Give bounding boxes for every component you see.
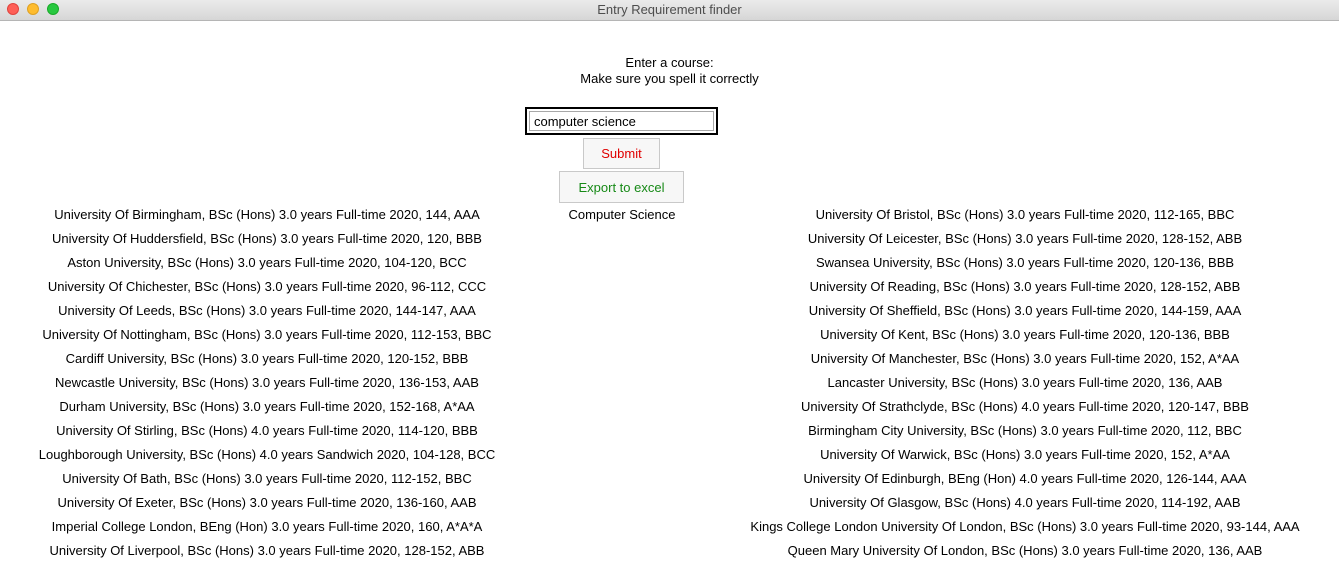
result-row: Queen Mary University Of London, BSc (Ho… (787, 543, 1263, 558)
result-row: University Of Leicester, BSc (Hons) 3.0 … (807, 231, 1243, 246)
results-left-column: University Of Birmingham, BSc (Hons) 3.0… (0, 207, 534, 567)
result-row: University Of Manchester, BSc (Hons) 3.0… (810, 351, 1240, 366)
result-row: Birmingham City University, BSc (Hons) 3… (808, 423, 1242, 438)
submit-button[interactable]: Submit (583, 138, 660, 169)
result-row: Newcastle University, BSc (Hons) 3.0 yea… (55, 375, 479, 390)
result-row: University Of Exeter, BSc (Hons) 3.0 yea… (57, 495, 477, 510)
result-row: University Of Edinburgh, BEng (Hon) 4.0 … (803, 471, 1247, 486)
window-title: Entry Requirement finder (597, 2, 742, 17)
course-prompt: Enter a course: Make sure you spell it c… (0, 55, 1339, 87)
result-row: University Of Reading, BSc (Hons) 3.0 ye… (809, 279, 1241, 294)
result-row: University Of Glasgow, BSc (Hons) 4.0 ye… (809, 495, 1241, 510)
result-row: University Of Liverpool, BSc (Hons) 3.0 … (49, 543, 485, 558)
result-row: Lancaster University, BSc (Hons) 3.0 yea… (827, 375, 1223, 390)
result-row: Durham University, BSc (Hons) 3.0 years … (59, 399, 475, 414)
result-row: University Of Sheffield, BSc (Hons) 3.0 … (808, 303, 1242, 318)
prompt-line-1: Enter a course: (625, 55, 714, 70)
main-content: Enter a course: Make sure you spell it c… (0, 21, 1339, 577)
result-row: University Of Strathclyde, BSc (Hons) 4.… (801, 399, 1249, 414)
result-row: University Of Stirling, BSc (Hons) 4.0 y… (56, 423, 478, 438)
result-row: University Of Birmingham, BSc (Hons) 3.0… (54, 207, 480, 222)
result-row: Imperial College London, BEng (Hon) 3.0 … (51, 519, 483, 534)
result-row: University Of Kent, BSc (Hons) 3.0 years… (820, 327, 1230, 342)
result-row: University Of Bath, BSc (Hons) 3.0 years… (62, 471, 472, 486)
result-row: Swansea University, BSc (Hons) 3.0 years… (815, 255, 1235, 270)
result-row: University Of Leeds, BSc (Hons) 3.0 year… (58, 303, 476, 318)
result-row: University Of Nottingham, BSc (Hons) 3.0… (42, 327, 492, 342)
result-row: Loughborough University, BSc (Hons) 4.0 … (38, 447, 496, 462)
result-row: Aston University, BSc (Hons) 3.0 years F… (67, 255, 467, 270)
title-bar: Entry Requirement finder (0, 0, 1339, 21)
export-to-excel-button[interactable]: Export to excel (559, 171, 684, 203)
course-input-focus-ring (525, 107, 718, 135)
result-row: University Of Chichester, BSc (Hons) 3.0… (47, 279, 487, 294)
result-row: Cardiff University, BSc (Hons) 3.0 years… (65, 351, 469, 366)
result-row: Kings College London University Of Londo… (750, 519, 1300, 534)
course-result-label: Computer Science (568, 207, 676, 222)
result-row: University Of Bristol, BSc (Hons) 3.0 ye… (815, 207, 1235, 222)
prompt-line-2: Make sure you spell it correctly (580, 71, 759, 86)
course-search-input[interactable] (529, 111, 714, 131)
result-row: University Of Warwick, BSc (Hons) 3.0 ye… (820, 447, 1230, 462)
results-right-column: University Of Bristol, BSc (Hons) 3.0 ye… (715, 207, 1335, 567)
result-row: University Of Huddersfield, BSc (Hons) 3… (52, 231, 482, 246)
